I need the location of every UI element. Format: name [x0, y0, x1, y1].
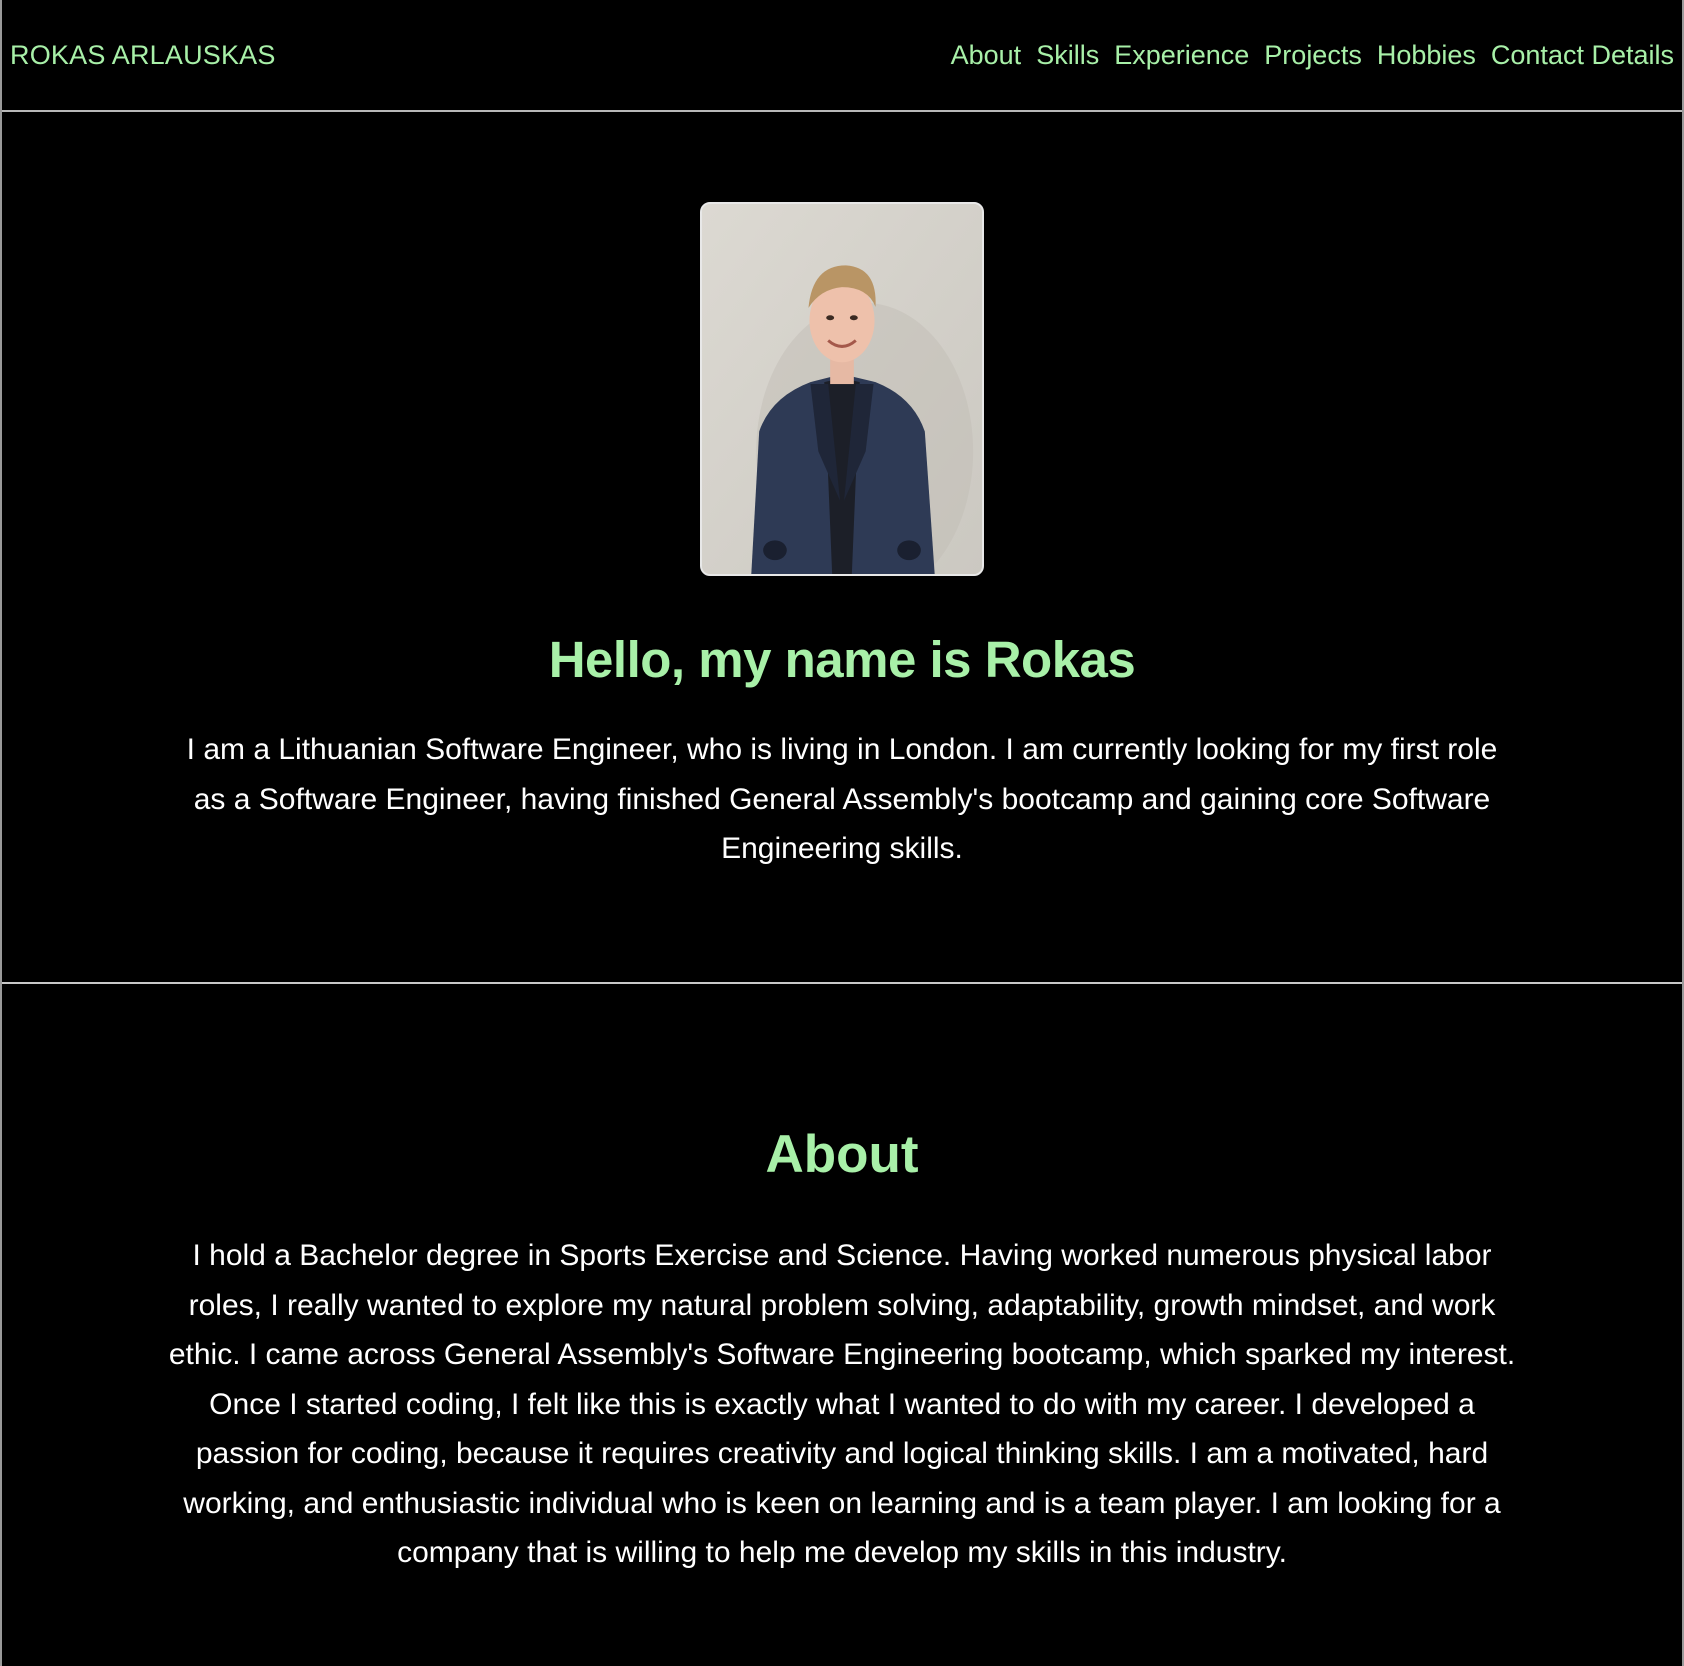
page: ROKAS ARLAUSKAS About Skills Experience …: [0, 0, 1684, 1666]
about-section: About I hold a Bachelor degree in Sports…: [2, 984, 1682, 1578]
hero-section: Hello, my name is Rokas I am a Lithuania…: [2, 112, 1682, 984]
navbar: ROKAS ARLAUSKAS About Skills Experience …: [2, 0, 1682, 112]
nav-link-experience[interactable]: Experience: [1114, 40, 1249, 71]
nav-link-about[interactable]: About: [951, 40, 1022, 71]
nav-link-projects[interactable]: Projects: [1264, 40, 1362, 71]
hero-title: Hello, my name is Rokas: [548, 631, 1136, 688]
nav-links: About Skills Experience Projects Hobbies…: [951, 40, 1674, 71]
nav-link-hobbies[interactable]: Hobbies: [1377, 40, 1476, 71]
hero-intro-text: I am a Lithuanian Software Engineer, who…: [186, 733, 1498, 865]
nav-link-contact-details[interactable]: Contact Details: [1491, 40, 1674, 71]
profile-photo: [700, 202, 984, 576]
about-title: About: [765, 1125, 919, 1184]
nav-link-skills[interactable]: Skills: [1036, 40, 1099, 71]
profile-photo-icon: [702, 204, 982, 574]
brand-logo-text[interactable]: ROKAS ARLAUSKAS: [10, 40, 276, 71]
about-text: I hold a Bachelor degree in Sports Exerc…: [168, 1239, 1516, 1569]
